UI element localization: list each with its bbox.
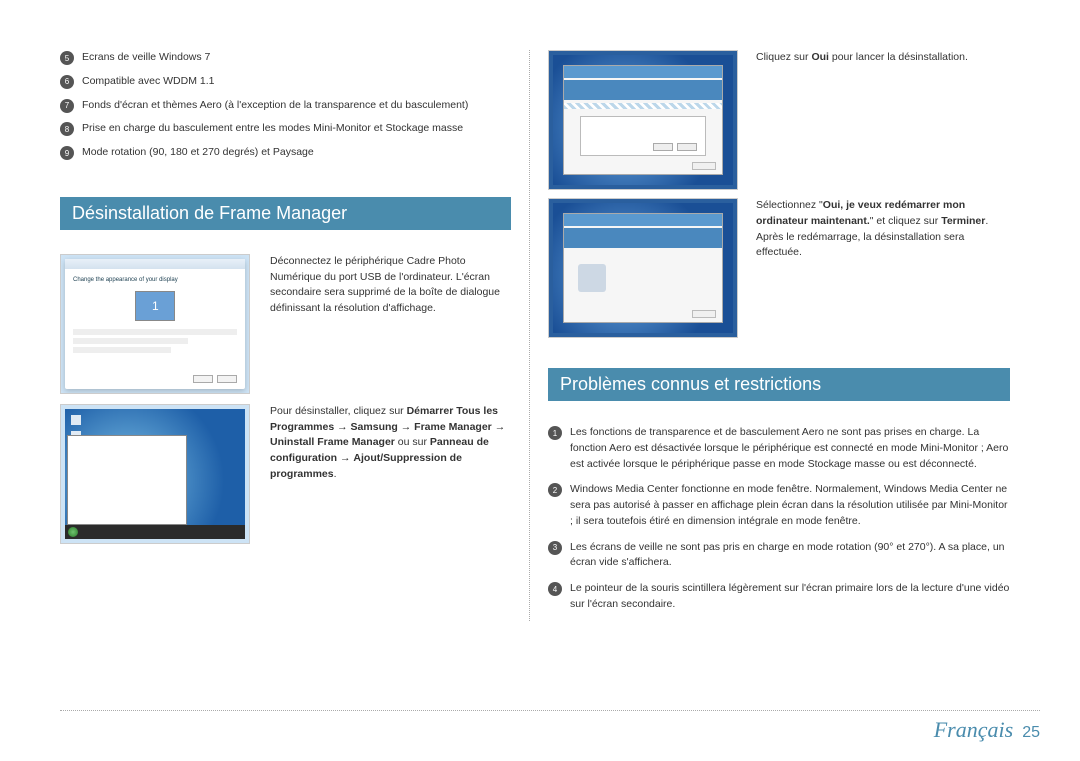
numbered-item: 5 Ecrans de veille Windows 7 (60, 50, 511, 66)
issue-item: 3 Les écrans de veille ne sont pas pris … (548, 540, 1010, 572)
item-text: Prise en charge du basculement entre les… (82, 121, 463, 137)
screenshot-uninstall-restart (548, 198, 738, 338)
uninstall-step-text: Déconnectez le périphérique Cadre Photo … (270, 254, 511, 394)
item-text: Fonds d'écran et thèmes Aero (à l'except… (82, 98, 468, 114)
screenshot-start-menu (60, 404, 250, 544)
item-text: Mode rotation (90, 180 et 270 degrés) et… (82, 145, 314, 161)
right-column: Cliquez sur Oui pour lancer la désinstal… (530, 50, 1010, 621)
numbered-item: 7 Fonds d'écran et thèmes Aero (à l'exce… (60, 98, 511, 114)
item-number-badge: 1 (548, 426, 562, 440)
item-number-badge: 8 (60, 122, 74, 136)
uninstall-right-text: Sélectionnez "Oui, je veux redémarrer mo… (756, 198, 1010, 261)
numbered-item: 9 Mode rotation (90, 180 et 270 degrés) … (60, 145, 511, 161)
item-number-badge: 6 (60, 75, 74, 89)
left-column: 5 Ecrans de veille Windows 7 6 Compatibl… (60, 50, 530, 621)
item-number-badge: 3 (548, 541, 562, 555)
issue-text: Windows Media Center fonctionne en mode … (570, 482, 1010, 529)
item-text: Compatible avec WDDM 1.1 (82, 74, 214, 90)
item-number-badge: 7 (60, 99, 74, 113)
numbered-item: 6 Compatible avec WDDM 1.1 (60, 74, 511, 90)
heading-uninstall: Désinstallation de Frame Manager (60, 197, 511, 230)
uninstall-right-step: Sélectionnez "Oui, je veux redémarrer mo… (548, 198, 1010, 338)
uninstall-step: Change the appearance of your display Dé… (60, 254, 511, 394)
screenshot-display-settings: Change the appearance of your display (60, 254, 250, 394)
issue-text: Les écrans de veille ne sont pas pris en… (570, 540, 1010, 572)
footer-language: Français (934, 717, 1013, 742)
issue-item: 1 Les fonctions de transparence et de ba… (548, 425, 1010, 472)
heading-issues: Problèmes connus et restrictions (548, 368, 1010, 401)
footer-page-number: 25 (1022, 724, 1040, 741)
issue-text: Les fonctions de transparence et de basc… (570, 425, 1010, 472)
uninstall-right-text: Cliquez sur Oui pour lancer la désinstal… (756, 50, 968, 66)
numbered-item: 8 Prise en charge du basculement entre l… (60, 121, 511, 137)
issue-item: 4 Le pointeur de la souris scintillera l… (548, 581, 1010, 613)
uninstall-step-text: Pour désinstaller, cliquez sur Démarrer … (270, 404, 511, 544)
uninstall-right-step: Cliquez sur Oui pour lancer la désinstal… (548, 50, 1010, 190)
issue-item: 2 Windows Media Center fonctionne en mod… (548, 482, 1010, 529)
screenshot-uninstall-confirm (548, 50, 738, 190)
page-footer: Français 25 (60, 710, 1040, 743)
item-number-badge: 2 (548, 483, 562, 497)
item-number-badge: 9 (60, 146, 74, 160)
item-text: Ecrans de veille Windows 7 (82, 50, 210, 66)
item-number-badge: 4 (548, 582, 562, 596)
issue-text: Le pointeur de la souris scintillera lég… (570, 581, 1010, 613)
uninstall-step: Pour désinstaller, cliquez sur Démarrer … (60, 404, 511, 544)
item-number-badge: 5 (60, 51, 74, 65)
